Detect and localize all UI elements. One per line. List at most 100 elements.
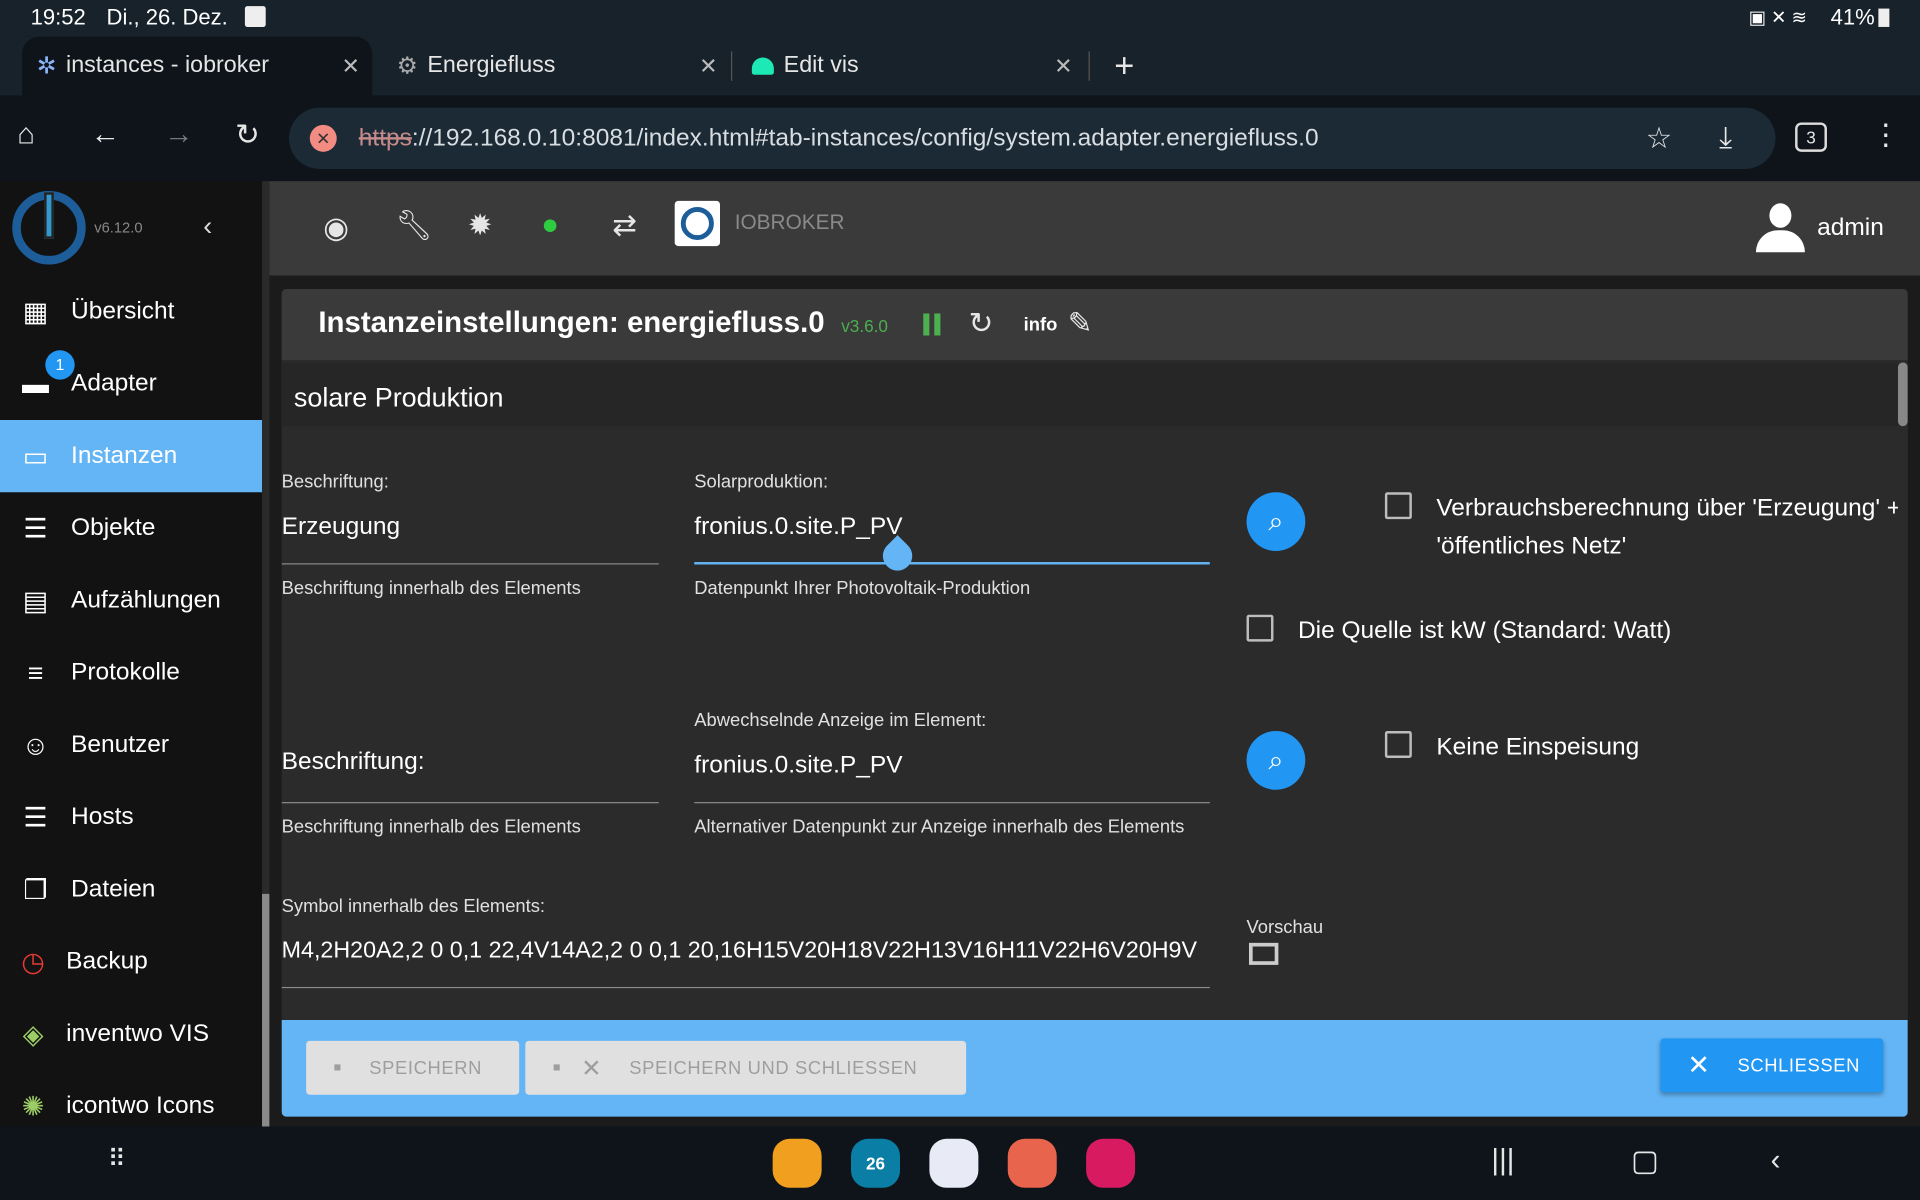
tab-energiefluss[interactable]: ⚙ Energiefluss ✕ (382, 37, 730, 96)
user-icon: ☺ (21, 729, 50, 760)
save-and-close-button[interactable]: ▪ ✕ SPEICHERN UND SCHLIESSEN (525, 1040, 967, 1095)
pause-icon[interactable] (923, 313, 930, 336)
insecure-icon[interactable]: ✕ (309, 124, 337, 152)
address-bar[interactable]: ✕ https ://192.168.0.10:8081/index.html#… (288, 107, 1776, 169)
recents-icon[interactable]: ||| (1491, 1144, 1514, 1178)
tab-label: Edit vis (783, 52, 859, 79)
sidebar-item-instanzen[interactable]: ▭ Instanzen (0, 420, 263, 493)
clock: 19:52 (30, 4, 86, 30)
content-scrollbar[interactable] (1897, 362, 1908, 1021)
username[interactable]: admin (1817, 214, 1884, 242)
back-nav-icon[interactable]: ‹ (1771, 1144, 1781, 1178)
tab-count[interactable]: 3 (1795, 122, 1827, 152)
sidebar-item-inventwo-vis[interactable]: ◈ inventwo VIS (0, 998, 262, 1070)
save-button[interactable]: ▪ SPEICHERN (306, 1040, 520, 1095)
forward-icon[interactable]: → (164, 118, 193, 152)
text-cursor-handle[interactable] (876, 535, 919, 577)
app-toolbar: ◉ 🔧︎ ✹ ● ⇄ IOBROKER admin (269, 181, 1920, 276)
button-label: SCHLIESSEN (1737, 1054, 1860, 1076)
alt-datapoint-help: Alternativer Datenpunkt zur Anzeige inne… (694, 816, 1185, 838)
collapse-sidebar-icon[interactable]: ‹ (203, 211, 212, 243)
home-icon[interactable]: ⌂ (17, 118, 35, 152)
checkbox-label: Die Quelle ist kW (Standard: Watt) (1297, 617, 1672, 645)
datapoint-help: Datenpunkt Ihrer Photovoltaik-Produktion (694, 577, 1031, 599)
back-icon[interactable]: ← (91, 118, 120, 152)
info-link[interactable]: info (1024, 315, 1058, 336)
close-tab-icon[interactable]: ✕ (1054, 53, 1072, 79)
expert-mode-icon[interactable]: ● (541, 208, 559, 242)
screen-recorder-app-icon[interactable] (1086, 1138, 1136, 1188)
bookmark-star-icon[interactable]: ☆ (1646, 121, 1672, 157)
section-header: solare Produktion (281, 362, 1898, 427)
sidebar-item-objekte[interactable]: ☰ Objekte (0, 492, 262, 564)
grid-icon: ▦ (22, 295, 49, 327)
wrench-icon[interactable]: 🔧︎ (396, 208, 433, 244)
sidebar-item-adapter[interactable]: ▬ Adapter 1 (0, 348, 262, 420)
iobroker-logo (12, 191, 86, 265)
tab-instances[interactable]: ✲ instances - iobroker ✕ (22, 36, 373, 96)
label-input[interactable]: Erzeugung (282, 513, 400, 541)
sidebar-item-dateien[interactable]: ❐ Dateien (0, 853, 262, 925)
alt-datapoint-input[interactable]: fronius.0.site.P_PV (694, 752, 902, 780)
messages-app-icon[interactable] (929, 1138, 979, 1188)
nav-label: Aufzählungen (71, 586, 221, 614)
tab-edit-vis[interactable]: Edit vis ✕ (737, 37, 1085, 96)
sidebar-item-aufzaehlungen[interactable]: ▤ Aufzählungen (0, 564, 262, 636)
iobroker-gear-icon: ✲ (36, 53, 57, 79)
menu-icon[interactable]: ⋮ (1871, 118, 1900, 154)
status-icons: ▣ ✕ ≋ (1748, 7, 1807, 29)
theme-toggle-icon[interactable]: ✹ (468, 208, 493, 244)
tab-label: Energiefluss (427, 52, 556, 79)
url-text: ://192.168.0.10:8081/index.html#tab-inst… (411, 124, 1319, 152)
reload-icon[interactable]: ↻ (235, 118, 260, 154)
nav-label: Übersicht (71, 297, 175, 325)
nav-label: Protokolle (71, 658, 180, 686)
select-datapoint-button[interactable]: ⌕ (1246, 492, 1306, 552)
hosts-icon: ☰ (23, 801, 48, 833)
sidebar-scroll-thumb[interactable] (262, 893, 270, 1127)
backup-icon: ◷ (21, 945, 45, 977)
app-drawer-icon[interactable]: ⠿ (108, 1144, 126, 1175)
select-alt-datapoint-button[interactable]: ⌕ (1246, 731, 1306, 790)
sidebar-item-protokolle[interactable]: ≡ Protokolle (0, 637, 262, 709)
symbol-path-input[interactable]: M4,2H20A2,2 0 0,1 22,4V14A2,2 0 0,1 20,1… (282, 938, 1210, 965)
sidebar-item-benutzer[interactable]: ☺ Benutzer (0, 709, 262, 781)
label-input-2[interactable]: Beschriftung: (282, 748, 425, 776)
brand-text: IOBROKER (734, 210, 845, 234)
eye-icon[interactable]: ◉ (323, 211, 349, 247)
close-tab-icon[interactable]: ✕ (699, 53, 717, 79)
save-icon: ▪ (552, 1053, 562, 1081)
date: Di., 26. Dez. (106, 4, 228, 30)
calendar-app-icon[interactable]: 26 (851, 1138, 901, 1188)
sync-disabled-icon[interactable]: ⇄ (612, 208, 637, 244)
vis-icon (751, 57, 774, 75)
edit-pencil-icon[interactable]: ✎ (1068, 306, 1093, 342)
home-nav-icon[interactable]: ▢ (1631, 1144, 1659, 1180)
checkbox-label: Keine Einspeisung (1436, 733, 1640, 761)
files-app-icon[interactable] (772, 1138, 822, 1188)
sidebar-item-hosts[interactable]: ☰ Hosts (0, 781, 262, 853)
contacts-app-icon[interactable] (1007, 1138, 1057, 1188)
consumption-calc-checkbox[interactable] (1384, 492, 1412, 520)
source-kw-checkbox[interactable] (1246, 614, 1274, 642)
save-icon: ▪ (333, 1053, 343, 1081)
sidebar-item-backup[interactable]: ◷ Backup (0, 926, 262, 998)
sidebar-item-uebersicht[interactable]: ▦ Übersicht (0, 276, 262, 348)
account-icon[interactable] (1755, 203, 1805, 254)
nav-label: Benutzer (71, 731, 170, 758)
close-icon: ✕ (581, 1054, 603, 1082)
admin-version: v6.12.0 (94, 219, 143, 237)
update-badge: 1 (45, 350, 75, 380)
sidebar: v6.12.0 ‹ ▦ Übersicht ▬ Adapter 1 ▭ Instanz… (0, 181, 263, 1127)
close-tab-icon[interactable]: ✕ (342, 53, 360, 79)
nav-label: Adapter (71, 369, 157, 397)
alt-datapoint-caption: Abwechselnde Anzeige im Element: (694, 710, 987, 732)
close-button[interactable]: ✕ SCHLIESSEN (1660, 1038, 1884, 1093)
restart-icon[interactable]: ↻ (969, 306, 994, 342)
new-tab-icon[interactable]: + (1114, 47, 1134, 86)
nav-label: Backup (66, 947, 148, 975)
preview-caption: Vorschau (1246, 917, 1324, 938)
download-icon[interactable]: ⤓ (1719, 121, 1732, 155)
solar-datapoint-input[interactable]: fronius.0.site.P_PV (694, 513, 902, 541)
no-feed-in-checkbox[interactable] (1384, 731, 1412, 758)
